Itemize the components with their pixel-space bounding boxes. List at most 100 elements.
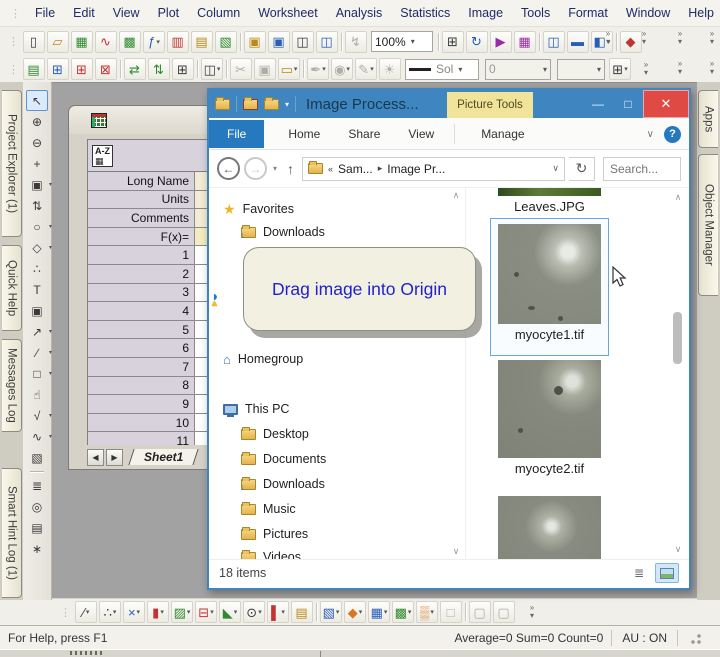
row-header[interactable]: 6 <box>88 339 195 357</box>
tab-share[interactable]: Share <box>334 121 394 147</box>
file-thumbnail[interactable] <box>498 496 601 559</box>
row-header[interactable]: Long Name <box>88 172 195 190</box>
chevron-down-icon[interactable]: ▾ <box>597 65 601 74</box>
tab-home[interactable]: Home <box>274 121 334 147</box>
symbol-tool-icon[interactable]: ∗ <box>26 538 48 559</box>
details-view-button[interactable]: ≣ <box>627 563 651 583</box>
scroll-down-icon[interactable]: ∨ <box>672 544 684 555</box>
data-reader-tool-icon[interactable]: ⇅ <box>26 195 48 216</box>
status-au-toggle[interactable]: AU : ON <box>611 630 677 646</box>
row-header[interactable]: 8 <box>88 377 195 395</box>
toolbar-overflow[interactable]: »▾ <box>672 60 688 76</box>
arrow-tool-icon[interactable]: ↗▾ <box>26 321 48 342</box>
toolbar-overflow[interactable]: »▾ <box>704 30 720 46</box>
multi-panel-plot-icon[interactable]: ▨▾ <box>171 601 193 623</box>
scatter-plot-icon[interactable]: ∴▾ <box>99 601 121 623</box>
worksheet-row[interactable]: Long Name <box>88 172 217 191</box>
sheet-next-button[interactable]: ▶ <box>106 449 123 466</box>
refresh-button[interactable]: ↻ <box>569 157 595 181</box>
forward-button[interactable]: → <box>244 157 267 180</box>
column-plot-icon[interactable]: ▮▾ <box>147 601 169 623</box>
copy-icon[interactable]: ▣ <box>254 58 276 80</box>
pencil-icon[interactable]: ✎▾ <box>355 58 377 80</box>
new-workbook-icon[interactable]: ▦ <box>71 31 93 53</box>
worksheet-row[interactable]: 5 <box>88 321 217 340</box>
stock-plot-icon[interactable]: ▌▾ <box>267 601 289 623</box>
resize-grip[interactable] <box>677 630 712 646</box>
target-tool-icon[interactable]: ◎ <box>26 496 48 517</box>
toolbar-separator[interactable] <box>340 31 343 53</box>
cut-icon[interactable]: ✂ <box>230 58 252 80</box>
worksheet-row[interactable]: 6 <box>88 339 217 358</box>
tab-project-explorer[interactable]: Project Explorer (1) <box>2 90 22 237</box>
nav-item-downloads-pc[interactable]: Downloads <box>241 473 325 495</box>
new-function-plot-icon[interactable]: ƒ▾ <box>143 31 165 53</box>
set-column-values-icon[interactable]: ▤ <box>23 58 45 80</box>
nav-item-music[interactable]: Music <box>241 498 296 520</box>
file-pane-scrollbar[interactable]: ∧ ∨ <box>671 190 684 557</box>
toolbar-separator[interactable] <box>239 31 242 53</box>
menu-item[interactable]: Plot <box>149 2 189 24</box>
text-tool-icon[interactable]: T <box>26 279 48 300</box>
wireframe-3d-plot-icon[interactable]: ▦▾ <box>368 601 390 623</box>
line-style-combo[interactable]: Sol▾ <box>405 59 479 80</box>
zoom-out-tool-icon[interactable]: ⊖ <box>26 132 48 153</box>
refresh-icon[interactable]: ↻ <box>466 31 488 53</box>
menu-item[interactable]: Edit <box>64 2 104 24</box>
tab-manage[interactable]: Manage <box>467 121 538 147</box>
customize-qat-icon[interactable]: ▾ <box>285 100 289 109</box>
mask-region-tool-icon[interactable]: ▣ <box>26 300 48 321</box>
close-button[interactable]: ✕ <box>643 90 689 118</box>
menu-item[interactable]: Image <box>459 2 512 24</box>
worksheet-row[interactable]: 10 <box>88 414 217 433</box>
worksheet-row[interactable]: 7 <box>88 358 217 377</box>
new-project-icon[interactable]: ▯ <box>23 31 45 53</box>
zoom-combo[interactable]: 100%▾ <box>371 31 433 52</box>
menu-item[interactable]: Format <box>559 2 617 24</box>
sheet-prev-button[interactable]: ◀ <box>87 449 104 466</box>
line-width-combo[interactable]: 0▾ <box>485 59 551 80</box>
rescale-tool-icon[interactable]: ▣▾ <box>26 174 48 195</box>
worksheet-row[interactable]: F(x)= <box>88 228 217 247</box>
palette-icon[interactable]: ◉▾ <box>331 58 353 80</box>
save-project-icon[interactable]: ◫ <box>292 31 314 53</box>
properties-icon[interactable] <box>243 99 258 110</box>
toolbar-grip[interactable]: ⋮ <box>8 63 18 76</box>
sort-icon[interactable]: ⇅ <box>148 58 170 80</box>
toolbar-separator[interactable] <box>315 601 318 623</box>
toolbar-separator[interactable] <box>196 58 199 80</box>
fill-color-icon[interactable]: ✒▾ <box>307 58 329 80</box>
heatmap-plot-icon[interactable]: ▩▾ <box>392 601 414 623</box>
row-header[interactable]: 2 <box>88 265 195 283</box>
worksheet-row[interactable]: 2 <box>88 265 217 284</box>
nav-item-desktop[interactable]: Desktop <box>241 423 309 445</box>
worksheet-row[interactable]: 8 <box>88 377 217 396</box>
file-thumbnail[interactable] <box>498 360 601 458</box>
nav-item-downloads[interactable]: Downloads <box>241 221 325 243</box>
file-name[interactable]: myocyte2.tif <box>498 461 601 476</box>
mask-polygon-tool-icon[interactable]: ◇▾ <box>26 237 48 258</box>
up-button[interactable]: ↑ <box>287 161 294 177</box>
panel-icon[interactable]: ▬ <box>567 31 589 53</box>
menu-item[interactable]: File <box>26 2 64 24</box>
nav-item-pictures[interactable]: Pictures <box>241 523 308 545</box>
toolbar-overflow[interactable]: »▾ <box>638 61 654 77</box>
breadcrumb-current[interactable]: Image Pr... <box>387 162 445 176</box>
line-symbol-plot-icon[interactable]: ×▾ <box>123 601 145 623</box>
toolbar-overflow[interactable]: »▾ <box>636 30 652 46</box>
equation-tool-icon[interactable]: ▤ <box>26 517 48 538</box>
worksheet-row[interactable]: 1 <box>88 246 217 265</box>
row-header[interactable]: 9 <box>88 395 195 413</box>
duplicate-window-icon[interactable]: ◫ <box>543 31 565 53</box>
toolbar-overflow[interactable]: »▾ <box>600 30 616 46</box>
pan-tool-icon[interactable]: ☝ <box>26 384 48 405</box>
row-header[interactable]: 5 <box>88 321 195 339</box>
minimize-button[interactable]: — <box>583 90 613 118</box>
new-folder-icon[interactable] <box>264 99 279 110</box>
scrollbar-thumb[interactable] <box>673 312 682 364</box>
scroll-down-icon[interactable]: ∨ <box>450 546 462 557</box>
zoom-in-tool-icon[interactable]: ⊕ <box>26 111 48 132</box>
nav-item-this-pc[interactable]: This PC <box>223 398 289 420</box>
menu-item[interactable]: Analysis <box>327 2 392 24</box>
row-header[interactable]: F(x)= <box>88 228 195 246</box>
